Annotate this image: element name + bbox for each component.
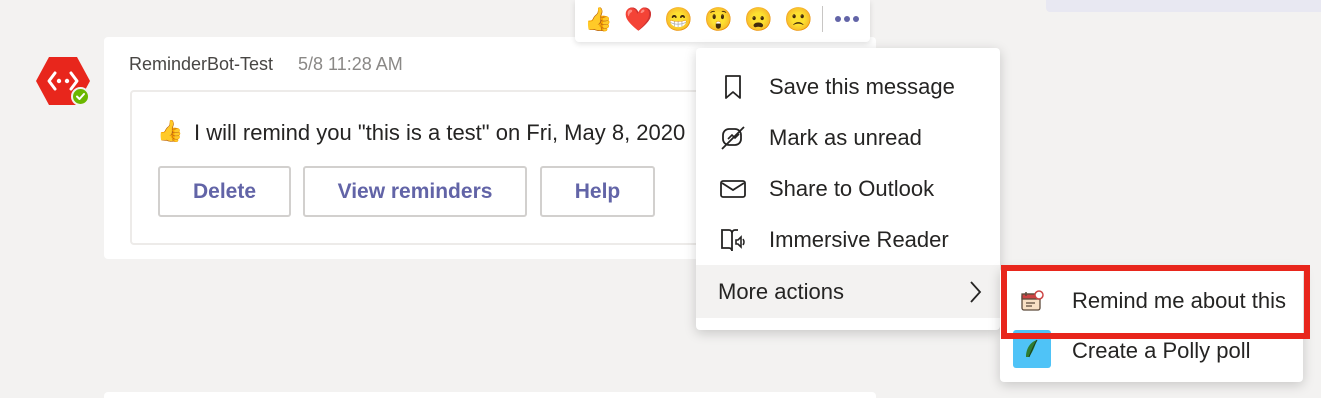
menu-item-outlook[interactable]: Share to Outlook	[696, 164, 1000, 214]
next-message-card	[104, 392, 876, 398]
card-text: I will remind you "this is a test" on Fr…	[194, 120, 686, 145]
delete-button[interactable]: Delete	[158, 166, 291, 217]
reaction-heart-icon[interactable]: ❤️	[624, 5, 653, 33]
menu-label-save: Save this message	[769, 74, 955, 99]
more-options-icon[interactable]	[832, 8, 862, 30]
menu-item-unread[interactable]: Mark as unread	[696, 113, 1000, 163]
mail-icon	[718, 174, 748, 204]
menu-label-reader: Immersive Reader	[769, 227, 949, 252]
menu-label-more: More actions	[718, 278, 844, 304]
bookmark-icon	[718, 72, 748, 102]
reaction-like-icon[interactable]: 👍	[584, 5, 613, 33]
immersive-reader-icon	[718, 225, 748, 255]
more-actions-submenu: Remind me about this Create a Polly poll	[1000, 268, 1303, 382]
submenu-item-polly[interactable]: Create a Polly poll	[1000, 328, 1303, 380]
reaction-surprised-icon[interactable]: 😲	[704, 5, 733, 33]
menu-label-outlook: Share to Outlook	[769, 176, 935, 201]
menu-item-save[interactable]: Save this message	[696, 62, 1000, 112]
reaction-laugh-icon[interactable]: 😁	[664, 5, 693, 33]
mark-unread-icon	[718, 123, 748, 153]
submenu-label-remind: Remind me about this	[1072, 288, 1286, 313]
submenu-item-remind[interactable]: Remind me about this	[1000, 276, 1303, 328]
help-button[interactable]: Help	[540, 166, 655, 217]
reminder-calendar-icon	[1013, 282, 1051, 320]
message-timestamp: 5/8 11:28 AM	[298, 54, 403, 74]
thumbs-up-icon: 👍	[157, 120, 184, 143]
chevron-right-icon	[970, 281, 982, 303]
menu-label-unread: Mark as unread	[769, 125, 922, 150]
reaction-sad-icon[interactable]: 😦	[744, 5, 773, 33]
reaction-divider	[822, 6, 823, 32]
polly-icon	[1013, 330, 1051, 368]
menu-item-more-actions[interactable]: More actions	[696, 265, 1000, 318]
reaction-angry-icon[interactable]: 🙁	[784, 5, 813, 33]
presence-available-icon	[71, 87, 90, 106]
sender-name[interactable]: ReminderBot-Test	[129, 54, 273, 75]
message-actions-menu: Save this message Mark as unread Share t…	[696, 48, 1000, 330]
reaction-bar: 👍 ❤️ 😁 😲 😦 🙁	[575, 0, 870, 42]
menu-item-reader[interactable]: Immersive Reader	[696, 215, 1000, 265]
background-panel	[1046, 0, 1321, 12]
view-reminders-button[interactable]: View reminders	[303, 166, 527, 217]
submenu-label-polly: Create a Polly poll	[1072, 338, 1251, 363]
